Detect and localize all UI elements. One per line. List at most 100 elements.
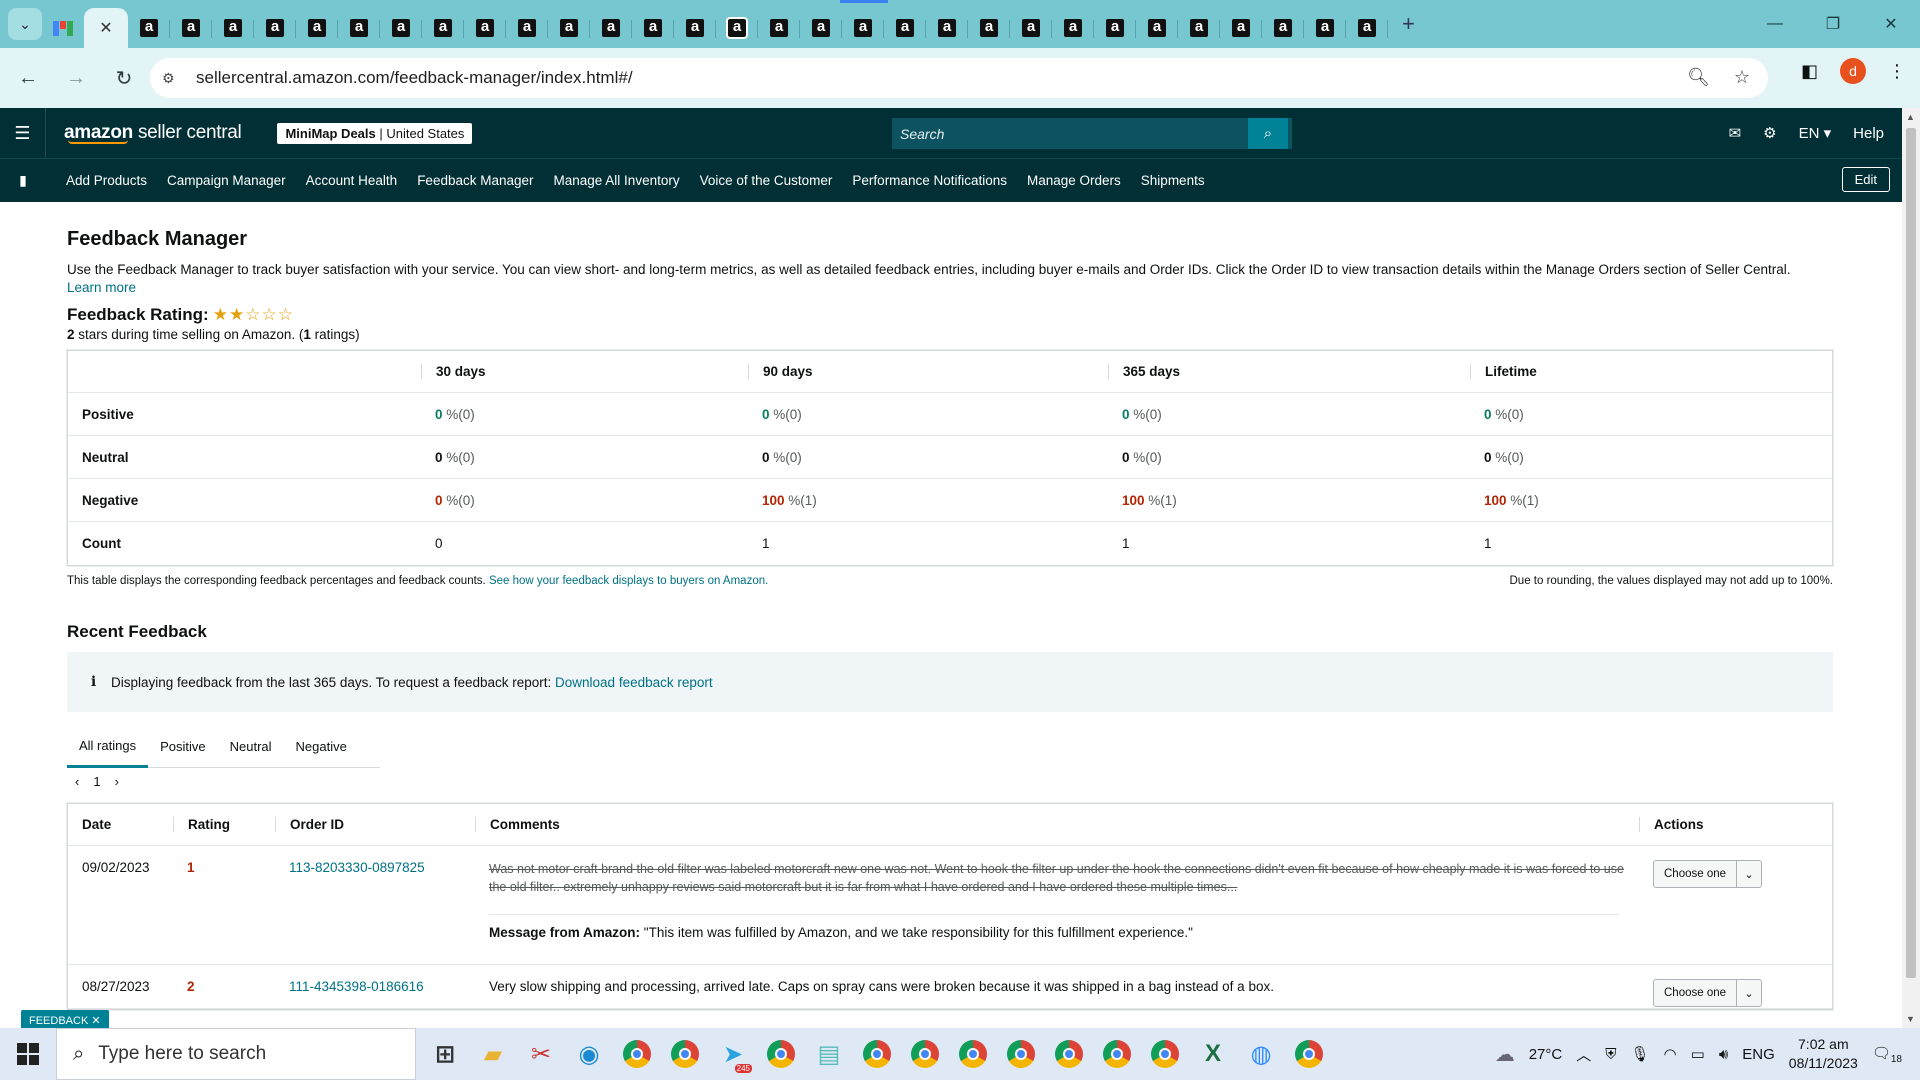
nav-link-0[interactable]: Add Products (66, 173, 147, 188)
scroll-down-icon[interactable]: ▼ (1906, 1014, 1915, 1024)
tab-amazon[interactable]: a (1052, 8, 1094, 48)
tab-3[interactable]: Negative (284, 726, 359, 768)
site-info-icon[interactable]: ⚙ (162, 70, 192, 87)
nav-link-8[interactable]: Shipments (1141, 173, 1205, 188)
volume-icon[interactable]: 🔊︎ (1719, 1046, 1728, 1063)
help-link[interactable]: Help (1853, 125, 1884, 142)
tab-2[interactable]: Neutral (218, 726, 284, 768)
telegram-icon[interactable]: ➤ 245 (714, 1035, 752, 1073)
chrome-icon[interactable] (858, 1035, 896, 1073)
tab-amazon[interactable]: a (842, 8, 884, 48)
tab-amazon[interactable]: a (884, 8, 926, 48)
settings-gear-icon[interactable]: ⚙ (1763, 124, 1776, 142)
tab-0[interactable]: All ratings (67, 726, 149, 768)
tab-search-chevron-icon[interactable]: ⌄ (8, 8, 42, 40)
chrome-icon[interactable] (1290, 1035, 1328, 1073)
nav-link-7[interactable]: Manage Orders (1027, 173, 1121, 188)
tab-amazon[interactable]: a (590, 8, 632, 48)
tray-chevron-icon[interactable]: ︿ (1576, 1044, 1591, 1065)
tab-amazon[interactable]: a (338, 8, 380, 48)
tab-amazon[interactable]: a (1094, 8, 1136, 48)
tab-amazon[interactable]: a (254, 8, 296, 48)
hamburger-menu-icon[interactable]: ☰ (0, 108, 46, 158)
wifi-icon[interactable]: ◠ (1664, 1045, 1677, 1063)
store-switcher[interactable]: MiniMap Deals | United States (277, 122, 473, 144)
tab-amazon[interactable]: a (1136, 8, 1178, 48)
notifications-icon[interactable]: 🗨︎18 (1872, 1044, 1902, 1065)
edit-nav-button[interactable]: Edit (1841, 167, 1890, 192)
new-tab-button[interactable]: + (1402, 11, 1415, 37)
tab-amazon[interactable]: a (128, 8, 170, 48)
weather-icon[interactable]: ☁ (1495, 1042, 1515, 1067)
side-panel-icon[interactable]: ◧ (1801, 61, 1818, 82)
tab-1[interactable]: Positive (148, 726, 218, 768)
order-id-link[interactable]: 113-8203330-0897825 (289, 860, 425, 875)
task-view-icon[interactable]: ⊞ (426, 1035, 464, 1073)
battery-icon[interactable]: ▭ (1691, 1045, 1705, 1063)
chrome-icon[interactable] (1098, 1035, 1136, 1073)
messages-icon[interactable]: ✉ (1729, 124, 1742, 142)
tab-amazon[interactable]: a (758, 8, 800, 48)
tab-amazon[interactable]: a (212, 8, 254, 48)
chrome-icon[interactable] (906, 1035, 944, 1073)
browser-menu-icon[interactable]: ⋮ (1888, 61, 1906, 82)
taskbar-search[interactable]: ⌕ Type here to search (56, 1028, 416, 1080)
order-id-link[interactable]: 111-4345398-0186616 (289, 979, 424, 994)
profile-avatar[interactable]: d (1840, 58, 1866, 84)
tab-amazon[interactable]: a (968, 8, 1010, 48)
tab-amazon[interactable]: a (380, 8, 422, 48)
choose-action-dropdown[interactable]: Choose one ⌄ (1653, 860, 1763, 888)
minimize-icon[interactable]: — (1746, 0, 1804, 48)
bookmark-star-icon[interactable]: ☆ (1734, 67, 1750, 88)
notepad-icon[interactable]: ▤ (810, 1035, 848, 1073)
seller-central-logo[interactable]: amazon seller central (64, 122, 242, 144)
mic-icon[interactable]: 🎙︎ (1631, 1045, 1650, 1063)
tab-amazon[interactable]: a (674, 8, 716, 48)
url-text[interactable]: sellercentral.amazon.com/feedback-manage… (196, 68, 633, 88)
chrome-icon[interactable] (954, 1035, 992, 1073)
tab-amazon[interactable]: a (926, 8, 968, 48)
chrome-icon[interactable] (1002, 1035, 1040, 1073)
chrome-icon[interactable] (1050, 1035, 1088, 1073)
forward-icon[interactable]: → (56, 58, 96, 98)
learn-more-link[interactable]: Learn more (67, 280, 136, 295)
zoom-icon[interactable]: ◍ (1242, 1035, 1280, 1073)
nav-link-2[interactable]: Account Health (306, 173, 398, 188)
reload-icon[interactable]: ↻ (104, 58, 144, 98)
nav-link-6[interactable]: Performance Notifications (852, 173, 1007, 188)
chrome-icon[interactable] (618, 1035, 656, 1073)
zoom-icon[interactable]: 🔍︎ (1687, 67, 1710, 88)
tab-amazon[interactable]: a (632, 8, 674, 48)
tab-amazon[interactable]: a (716, 8, 758, 48)
input-language[interactable]: ENG (1742, 1046, 1775, 1063)
nav-link-4[interactable]: Manage All Inventory (554, 173, 680, 188)
bookmark-icon[interactable]: ▮ (0, 172, 46, 189)
tab-amazon[interactable]: a (1220, 8, 1262, 48)
security-icon[interactable]: ⛨ (1605, 1046, 1616, 1063)
clock[interactable]: 7:02 am 08/11/2023 (1789, 1035, 1858, 1073)
language-selector[interactable]: EN ▾ (1799, 124, 1832, 142)
nav-link-3[interactable]: Feedback Manager (417, 173, 533, 188)
tab-amazon[interactable]: a (296, 8, 338, 48)
excel-icon[interactable]: X (1194, 1035, 1232, 1073)
temperature[interactable]: 27°C (1529, 1046, 1563, 1063)
next-page-icon[interactable]: › (115, 774, 119, 789)
tab-amazon[interactable]: a (506, 8, 548, 48)
tab-amazon[interactable]: a (170, 8, 212, 48)
choose-action-dropdown[interactable]: Choose one ⌄ (1653, 979, 1763, 1007)
chrome-icon[interactable] (1146, 1035, 1184, 1073)
tab-active[interactable]: ✕ (84, 8, 128, 48)
scroll-up-icon[interactable]: ▲ (1906, 112, 1915, 122)
prev-page-icon[interactable]: ‹ (75, 774, 79, 789)
chrome-icon[interactable] (762, 1035, 800, 1073)
file-explorer-icon[interactable]: ▰ (474, 1035, 512, 1073)
page-scrollbar[interactable]: ▲ ▼ (1902, 108, 1920, 1028)
tab-amazon[interactable]: a (800, 8, 842, 48)
close-window-icon[interactable]: ✕ (1862, 0, 1920, 48)
tab-close-icon[interactable]: ✕ (99, 18, 112, 38)
tab-amazon[interactable]: a (464, 8, 506, 48)
page-number[interactable]: 1 (93, 774, 100, 789)
scrollbar-thumb[interactable] (1906, 128, 1916, 978)
address-bar[interactable]: ⚙ sellercentral.amazon.com/feedback-mana… (150, 58, 1768, 98)
restore-icon[interactable]: ❐ (1804, 0, 1862, 48)
